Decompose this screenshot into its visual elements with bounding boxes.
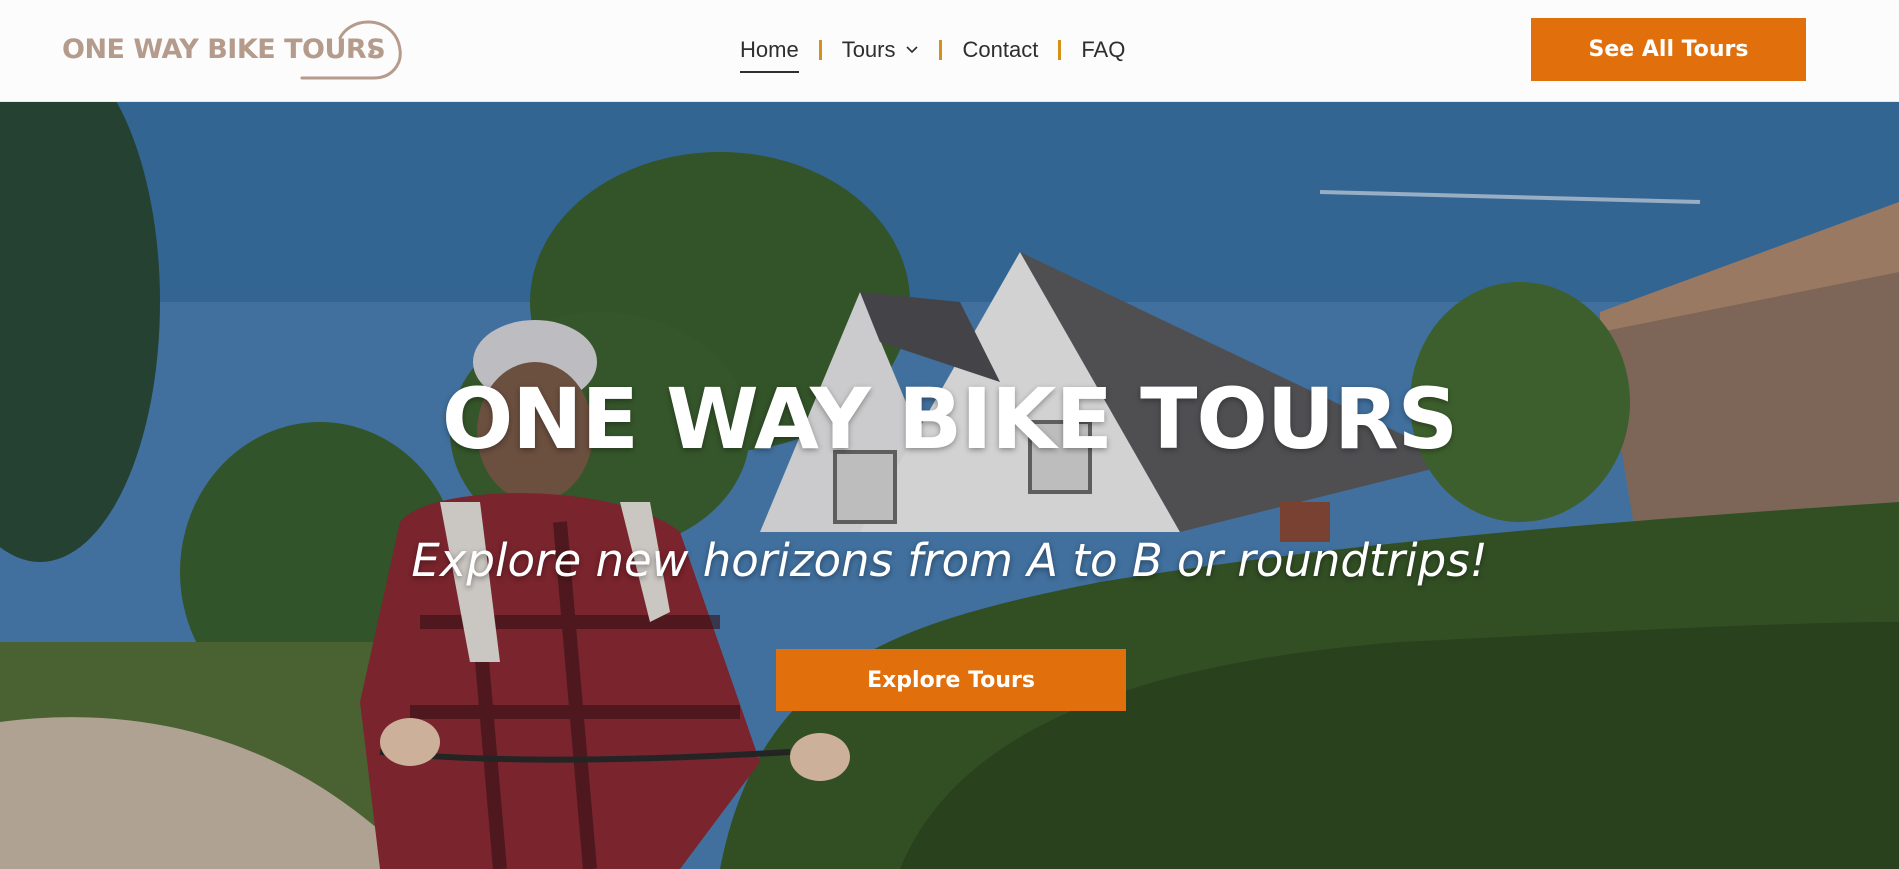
nav-item-label: Contact <box>962 37 1039 62</box>
site-header: ONE WAY BIKE TOURS Home Tours Contact FA… <box>0 0 1899 102</box>
hero-section: ONE WAY BIKE TOURS Explore new horizons … <box>0 102 1899 869</box>
brand-logo[interactable]: ONE WAY BIKE TOURS <box>62 20 402 84</box>
hero-title: ONE WAY BIKE TOURS <box>441 370 1458 468</box>
nav-item-contact[interactable]: Contact <box>962 30 1038 70</box>
hero-subtitle: Explore new horizons from A to B or roun… <box>411 534 1488 587</box>
explore-tours-button[interactable]: Explore Tours <box>776 649 1126 711</box>
nav-separator <box>818 40 822 60</box>
nav-item-label: Tours <box>841 37 896 62</box>
nav-item-label: Home <box>740 37 799 62</box>
logo-text: ONE WAY BIKE TOURS <box>62 34 386 65</box>
nav-item-label: FAQ <box>1081 37 1126 62</box>
nav-separator <box>939 40 943 60</box>
main-nav: Home Tours Contact FAQ <box>740 30 1125 73</box>
hero-overlay <box>0 102 1899 869</box>
see-all-tours-button[interactable]: See All Tours <box>1531 18 1806 81</box>
nav-item-faq[interactable]: FAQ <box>1081 30 1125 70</box>
nav-item-home[interactable]: Home <box>740 30 799 73</box>
chevron-down-icon[interactable] <box>905 43 919 57</box>
nav-item-tours[interactable]: Tours <box>842 30 920 70</box>
nav-separator <box>1058 40 1062 60</box>
